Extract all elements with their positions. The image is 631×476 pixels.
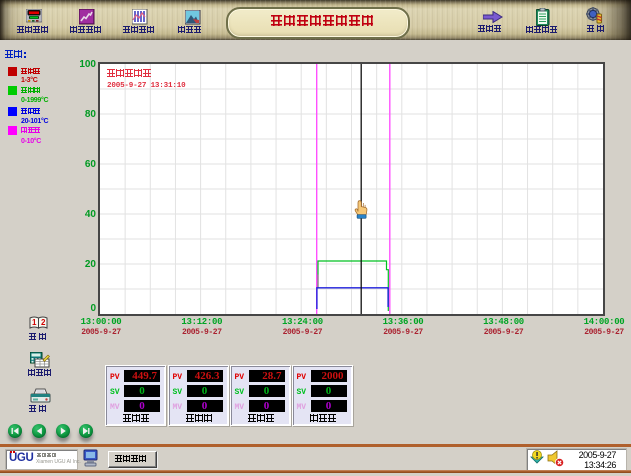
svg-text:2: 2 bbox=[41, 318, 46, 327]
svg-text:1: 1 bbox=[32, 318, 37, 327]
